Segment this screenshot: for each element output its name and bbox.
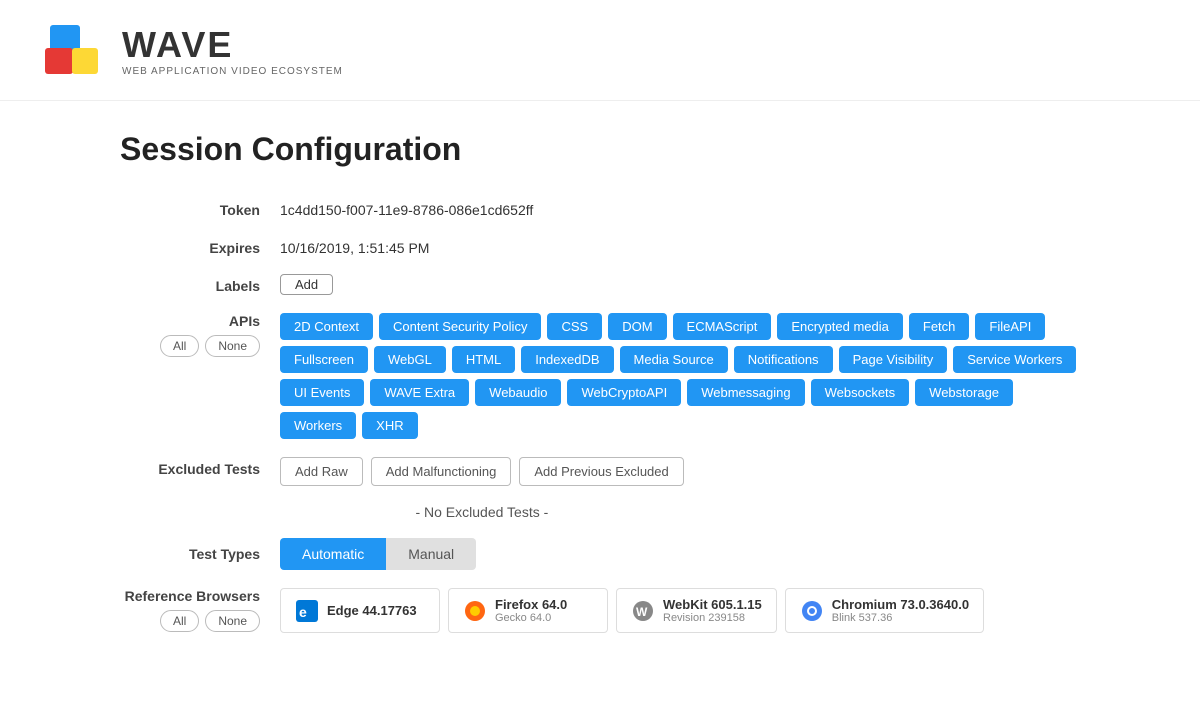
- api-tag[interactable]: Websockets: [811, 379, 910, 406]
- api-tag[interactable]: ECMAScript: [673, 313, 772, 340]
- add-malfunctioning-button[interactable]: Add Malfunctioning: [371, 457, 512, 486]
- api-tag[interactable]: Content Security Policy: [379, 313, 541, 340]
- browser-sub: Blink 537.36: [832, 612, 969, 624]
- svg-text:W: W: [636, 605, 648, 619]
- browser-card[interactable]: Chromium 73.0.3640.0Blink 537.36: [785, 588, 984, 633]
- browser-card[interactable]: Firefox 64.0Gecko 64.0: [448, 588, 608, 633]
- logo-icon: [40, 20, 110, 80]
- header: WAVE WEB APPLICATION VIDEO ECOSYSTEM: [0, 0, 1200, 101]
- api-tag[interactable]: Fullscreen: [280, 346, 368, 373]
- ref-browsers-label: Reference Browsers: [125, 588, 260, 604]
- api-tag[interactable]: UI Events: [280, 379, 364, 406]
- expires-label: Expires: [120, 236, 280, 256]
- browser-name: Firefox 64.0: [495, 597, 567, 612]
- add-previous-excluded-button[interactable]: Add Previous Excluded: [519, 457, 683, 486]
- api-tag[interactable]: FileAPI: [975, 313, 1045, 340]
- api-tag[interactable]: WebGL: [374, 346, 446, 373]
- logo-area: WAVE WEB APPLICATION VIDEO ECOSYSTEM: [40, 20, 1160, 80]
- test-type-buttons: Automatic Manual: [280, 538, 476, 570]
- excluded-btn-row: Add Raw Add Malfunctioning Add Previous …: [280, 457, 684, 486]
- token-row: Token 1c4dd150-f007-11e9-8786-086e1cd652…: [120, 198, 1080, 218]
- excluded-row: Excluded Tests Add Raw Add Malfunctionin…: [120, 457, 1080, 520]
- chromium-icon: [800, 599, 824, 623]
- expires-value: 10/16/2019, 1:51:45 PM: [280, 236, 429, 256]
- logo-wave-text: WAVE: [122, 24, 343, 66]
- browser-name: WebKit 605.1.15: [663, 597, 762, 612]
- browser-info: Edge 44.17763: [327, 603, 417, 618]
- browser-card[interactable]: e Edge 44.17763: [280, 588, 440, 633]
- browsers-list: e Edge 44.17763 Firefox 64.0Gecko 64.0 W Web…: [280, 588, 984, 633]
- apis-row: APIs All None 2D ContextContent Security…: [120, 313, 1080, 439]
- svg-text:e: e: [299, 604, 307, 620]
- logo-text: WAVE WEB APPLICATION VIDEO ECOSYSTEM: [122, 24, 343, 77]
- api-tag[interactable]: WAVE Extra: [370, 379, 469, 406]
- apis-left: APIs All None: [120, 313, 280, 357]
- browser-info: Chromium 73.0.3640.0Blink 537.36: [832, 597, 969, 624]
- labels-row: Labels Add: [120, 274, 1080, 295]
- automatic-button[interactable]: Automatic: [280, 538, 386, 570]
- all-none-buttons: All None: [160, 335, 260, 357]
- no-excluded-text: - No Excluded Tests -: [415, 504, 548, 520]
- token-value: 1c4dd150-f007-11e9-8786-086e1cd652ff: [280, 198, 533, 218]
- api-tag[interactable]: CSS: [547, 313, 602, 340]
- api-tag[interactable]: XHR: [362, 412, 417, 439]
- apis-all-button[interactable]: All: [160, 335, 199, 357]
- test-types-label: Test Types: [120, 546, 280, 562]
- api-tag[interactable]: DOM: [608, 313, 666, 340]
- labels-add-button[interactable]: Add: [280, 274, 333, 295]
- api-tag[interactable]: HTML: [452, 346, 515, 373]
- api-tag[interactable]: 2D Context: [280, 313, 373, 340]
- browser-name: Edge 44.17763: [327, 603, 417, 618]
- webkit-icon: W: [631, 599, 655, 623]
- test-types-row: Test Types Automatic Manual: [120, 538, 1080, 570]
- apis-none-button[interactable]: None: [205, 335, 260, 357]
- excluded-label: Excluded Tests: [120, 457, 280, 477]
- ref-browsers-left: Reference Browsers All None: [120, 588, 280, 632]
- browser-info: WebKit 605.1.15Revision 239158: [663, 597, 762, 624]
- labels-label: Labels: [120, 274, 280, 294]
- api-tag[interactable]: WebCryptoAPI: [567, 379, 681, 406]
- apis-tags: 2D ContextContent Security PolicyCSSDOM E…: [280, 313, 1080, 439]
- manual-button[interactable]: Manual: [386, 538, 476, 570]
- browser-sub: Gecko 64.0: [495, 612, 567, 624]
- api-tag[interactable]: Notifications: [734, 346, 833, 373]
- browser-card[interactable]: W WebKit 605.1.15Revision 239158: [616, 588, 777, 633]
- ref-all-button[interactable]: All: [160, 610, 199, 632]
- api-tag[interactable]: Encrypted media: [777, 313, 903, 340]
- api-tag[interactable]: Media Source: [620, 346, 728, 373]
- api-tag[interactable]: IndexedDB: [521, 346, 613, 373]
- api-tag[interactable]: Fetch: [909, 313, 970, 340]
- main-content: Session Configuration Token 1c4dd150-f00…: [0, 101, 1200, 681]
- expires-row: Expires 10/16/2019, 1:51:45 PM: [120, 236, 1080, 256]
- api-tag[interactable]: Webstorage: [915, 379, 1013, 406]
- logo-subtitle-text: WEB APPLICATION VIDEO ECOSYSTEM: [122, 66, 343, 77]
- browser-name: Chromium 73.0.3640.0: [832, 597, 969, 612]
- excluded-buttons: Add Raw Add Malfunctioning Add Previous …: [280, 457, 684, 520]
- ref-browsers-row: Reference Browsers All None e Edge 44.177…: [120, 588, 1080, 633]
- edge-icon: e: [295, 599, 319, 623]
- page-title: Session Configuration: [120, 131, 1080, 168]
- ref-none-button[interactable]: None: [205, 610, 260, 632]
- ref-all-none-buttons: All None: [160, 610, 260, 632]
- token-label: Token: [120, 198, 280, 218]
- firefox-icon: [463, 599, 487, 623]
- api-tag[interactable]: Webaudio: [475, 379, 561, 406]
- api-tag[interactable]: Service Workers: [953, 346, 1076, 373]
- add-raw-button[interactable]: Add Raw: [280, 457, 363, 486]
- api-tag[interactable]: Page Visibility: [839, 346, 948, 373]
- browser-sub: Revision 239158: [663, 612, 762, 624]
- browser-info: Firefox 64.0Gecko 64.0: [495, 597, 567, 624]
- apis-label: APIs: [229, 313, 260, 329]
- api-tag[interactable]: Webmessaging: [687, 379, 804, 406]
- api-tag[interactable]: Workers: [280, 412, 356, 439]
